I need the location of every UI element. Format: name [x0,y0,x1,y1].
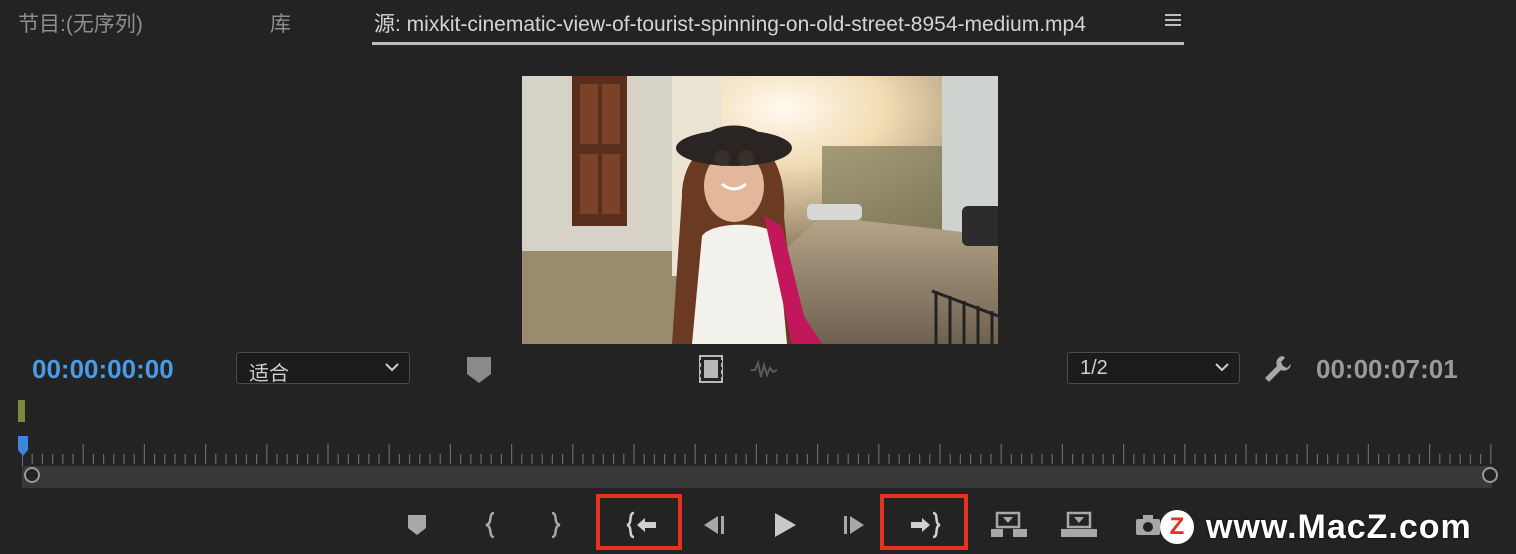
resolution-select-value: 1/2 [1080,357,1108,379]
step-forward-button[interactable] [838,505,870,545]
audio-waveform-icon[interactable] [750,360,778,380]
time-ruler[interactable] [22,442,1498,466]
tab-program[interactable]: 节目:(无序列) [18,8,143,38]
play-button[interactable] [768,505,802,545]
zoom-scrollbar-end-handle[interactable] [1482,467,1498,483]
chevron-down-icon [385,363,399,372]
mark-out-button[interactable] [542,505,568,545]
film-strip-icon[interactable] [699,355,723,383]
step-back-button[interactable] [698,505,730,545]
duration-timecode: 00:00:07:01 [1316,354,1458,384]
marker-icon[interactable] [466,356,492,384]
go-to-in-highlight [596,494,682,550]
marker-icon [408,515,426,535]
wrench-icon[interactable] [1263,354,1293,384]
video-preview[interactable] [522,76,998,344]
camera-icon [1136,515,1160,535]
mark-in-button[interactable] [478,505,504,545]
tab-source[interactable]: 源: mixkit-cinematic-view-of-tourist-spin… [374,8,1086,38]
overwrite-button[interactable] [1056,505,1102,545]
in-point-marker [18,400,25,422]
hamburger-menu-icon[interactable] [1163,10,1183,30]
watermark-badge: Z [1160,510,1194,544]
overwrite-icon [1061,511,1097,537]
current-timecode[interactable]: 00:00:00:00 [32,354,174,385]
zoom-scrollbar-start-handle[interactable] [24,467,40,483]
mark-in-icon [485,512,495,538]
active-tab-underline [372,42,1184,45]
mark-out-icon [551,512,561,538]
step-back-icon [704,516,724,534]
play-icon [775,513,796,537]
resolution-select[interactable]: 1/2 [1067,352,1240,384]
insert-icon [991,511,1027,537]
watermark-badge-letter: Z [1169,513,1185,540]
tab-library[interactable]: 库 [270,8,291,38]
insert-button[interactable] [986,505,1032,545]
zoom-select[interactable]: 适合 [236,352,410,385]
chevron-down-icon [1215,363,1229,372]
watermark: Z www.MacZ.com [1160,506,1472,548]
zoom-select-value: 适合 [249,363,289,385]
go-to-out-highlight [880,494,968,550]
watermark-text: www.MacZ.com [1206,507,1472,546]
add-marker-button[interactable] [402,505,432,545]
zoom-scrollbar[interactable] [22,466,1492,488]
step-forward-icon [844,516,864,534]
